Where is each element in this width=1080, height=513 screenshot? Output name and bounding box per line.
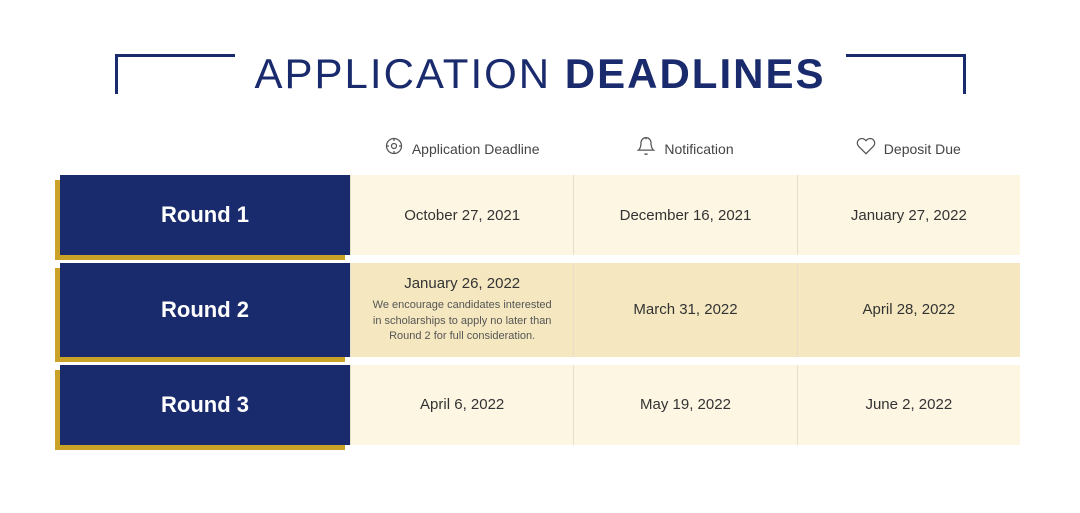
table-row: Round 2 January 26, 2022 We encourage ca… xyxy=(60,263,1020,356)
round-3-label: Round 3 xyxy=(161,392,249,418)
table-row: Round 3 April 6, 2022 May 19, 2022 June … xyxy=(60,365,1020,445)
round-3-notification-date: May 19, 2022 xyxy=(640,396,731,413)
header-deadline-label: Application Deadline xyxy=(412,141,540,157)
deadlines-table: Application Deadline Notification xyxy=(60,128,1020,444)
round-3-cell: Round 3 xyxy=(60,365,350,445)
header-empty xyxy=(60,128,350,169)
round-2-cell: Round 2 xyxy=(60,263,350,356)
round-3-deposit: June 2, 2022 xyxy=(797,365,1020,445)
header-row: Application Deadline Notification xyxy=(60,128,1020,169)
round-1-deadline: October 27, 2021 xyxy=(350,175,573,255)
round-2-notification-date: March 31, 2022 xyxy=(633,301,737,318)
round-1-deposit-date: January 27, 2022 xyxy=(851,207,967,224)
round-3-deadline: April 6, 2022 xyxy=(350,365,573,445)
deadline-icon xyxy=(384,136,404,161)
round-1-notification-date: December 16, 2021 xyxy=(620,207,752,224)
round-2-note: We encourage candidates interested in sc… xyxy=(367,298,557,344)
header-notification: Notification xyxy=(573,128,796,169)
round-3-deposit-date: June 2, 2022 xyxy=(865,396,952,413)
deposit-icon xyxy=(856,136,876,161)
round-3-deadline-date: April 6, 2022 xyxy=(420,396,504,413)
round-2-notification: March 31, 2022 xyxy=(573,263,796,356)
round-1-deadline-date: October 27, 2021 xyxy=(404,207,520,224)
round-1-label: Round 1 xyxy=(161,202,249,228)
title-line-right xyxy=(846,54,966,94)
header-deposit: Deposit Due xyxy=(797,128,1020,169)
round-2-deadline: January 26, 2022 We encourage candidates… xyxy=(350,263,573,356)
round-1-deposit: January 27, 2022 xyxy=(797,175,1020,255)
round-2-deposit-date: April 28, 2022 xyxy=(863,301,956,318)
main-title: APPLICATION DEADLINES xyxy=(255,50,826,98)
round-2-label: Round 2 xyxy=(161,297,249,323)
title-section: APPLICATION DEADLINES xyxy=(60,50,1020,98)
round-3-notification: May 19, 2022 xyxy=(573,365,796,445)
title-part2: DEADLINES xyxy=(565,50,826,97)
round-2-deadline-date: January 26, 2022 xyxy=(404,275,520,292)
title-part1: APPLICATION xyxy=(255,50,565,97)
header-deposit-label: Deposit Due xyxy=(884,141,961,157)
header-notification-label: Notification xyxy=(664,141,733,157)
main-container: APPLICATION DEADLINES Applica xyxy=(40,30,1040,482)
notification-icon xyxy=(636,136,656,161)
table-row: Round 1 October 27, 2021 December 16, 20… xyxy=(60,175,1020,255)
round-2-deposit: April 28, 2022 xyxy=(797,263,1020,356)
header-deadline: Application Deadline xyxy=(350,128,573,169)
round-1-cell: Round 1 xyxy=(60,175,350,255)
round-1-notification: December 16, 2021 xyxy=(573,175,796,255)
title-line-left xyxy=(115,54,235,94)
